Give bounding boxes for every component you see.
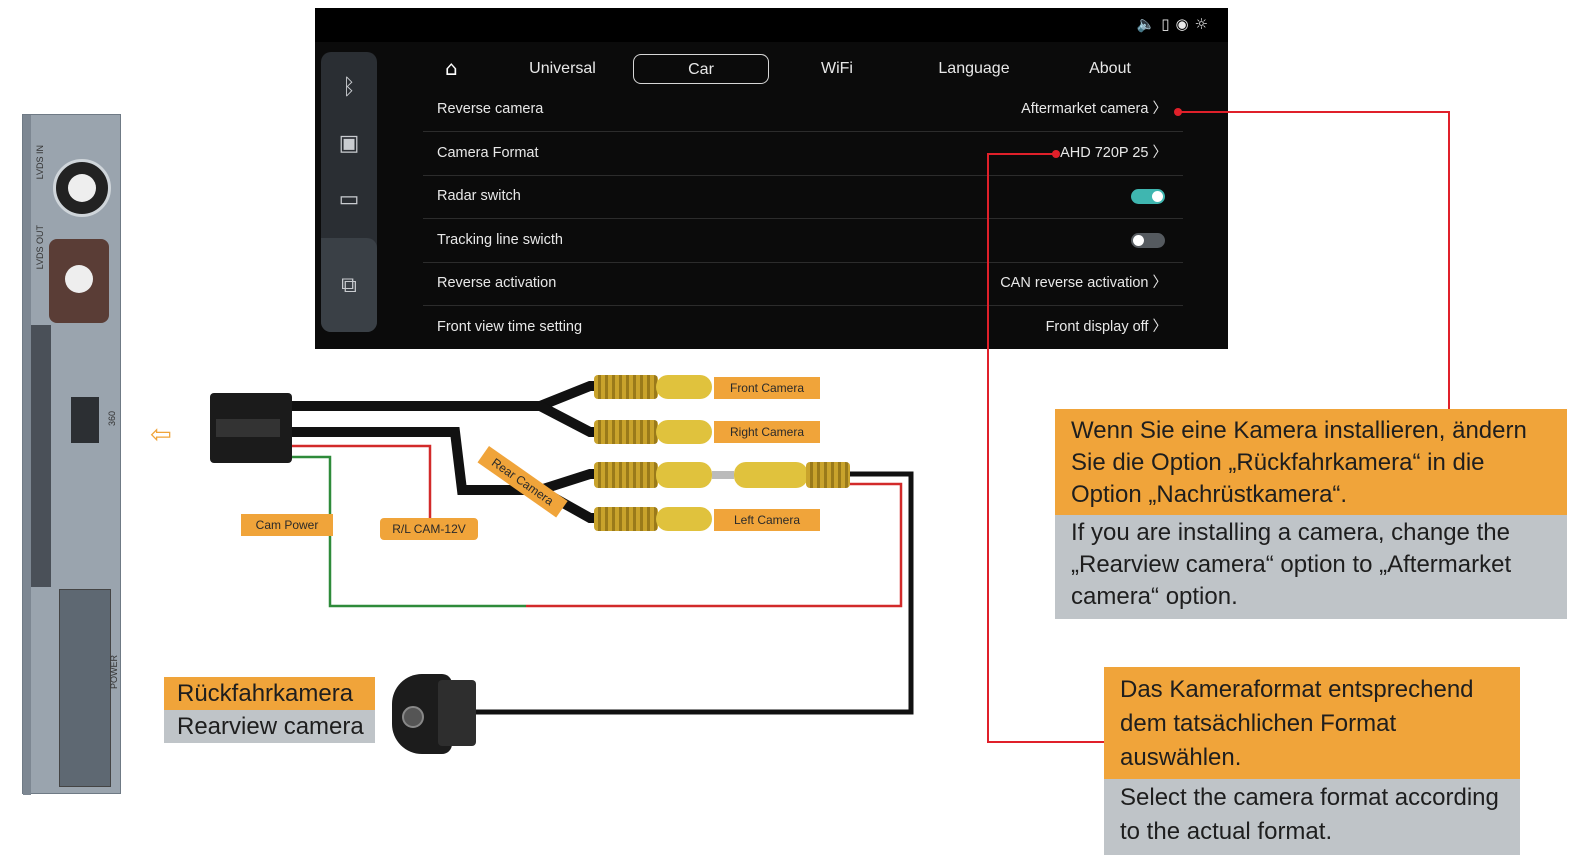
- rca-plug-left: [594, 507, 712, 531]
- rca-plug-front: [594, 375, 712, 399]
- info-text-de: Das Kameraformat entsprechend dem tatsäc…: [1104, 667, 1520, 779]
- rearview-camera-image: [388, 664, 478, 756]
- right-camera-label: Right Camera: [714, 421, 820, 443]
- rca-plug-rear: [594, 462, 850, 488]
- info-box-camera-format: Das Kameraformat entsprechend dem tatsäc…: [1104, 667, 1520, 855]
- info-text-en: Select the camera format according to th…: [1104, 779, 1520, 855]
- info-box-reverse-camera: Wenn Sie eine Kamera installieren, änder…: [1055, 409, 1567, 619]
- rearview-label-en: Rearview camera: [164, 710, 375, 743]
- info-text-en: If you are installing a camera, change t…: [1055, 515, 1567, 619]
- rl-cam-label: R/L CAM-12V: [380, 518, 478, 540]
- front-camera-label: Front Camera: [714, 377, 820, 399]
- cam-power-label: Cam Power: [241, 514, 333, 536]
- rearview-label-de: Rückfahrkamera: [164, 677, 375, 710]
- left-camera-label: Left Camera: [714, 509, 820, 531]
- info-text-de: Wenn Sie eine Kamera installieren, änder…: [1055, 409, 1567, 515]
- harness-connector: [210, 393, 292, 463]
- rca-plug-right: [594, 420, 712, 444]
